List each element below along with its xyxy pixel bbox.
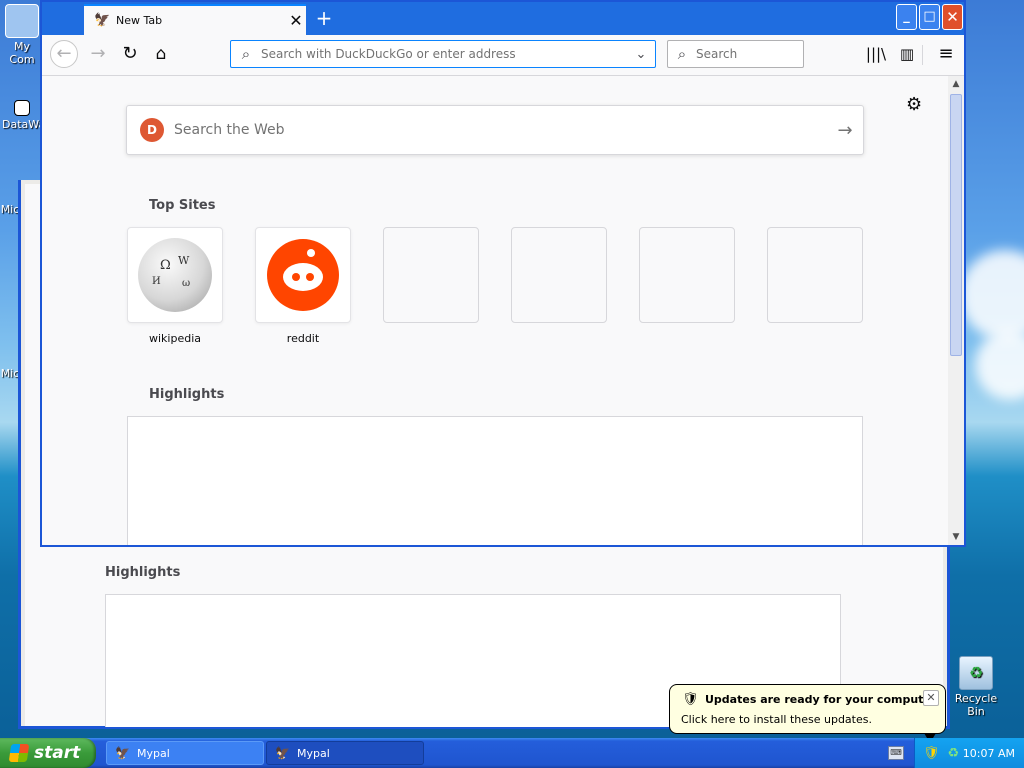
shortcut-icon	[14, 100, 30, 116]
top-site-label: wikipedia	[148, 332, 201, 345]
close-icon[interactable]: ✕	[923, 690, 939, 706]
title-bar[interactable]: 🦅 New Tab ✕ + _ □ ✕	[42, 2, 964, 35]
search-icon: ⌕	[241, 45, 251, 63]
reddit-antenna	[307, 249, 315, 257]
tab-new-tab[interactable]: 🦅 New Tab ✕	[84, 4, 306, 35]
start-button[interactable]: start	[0, 738, 96, 768]
desktop-cloud	[975, 330, 1024, 400]
computer-icon	[5, 4, 39, 38]
toolbar-separator	[922, 45, 923, 65]
taskbar-button-mypal-1[interactable]: 🦅 Mypal	[106, 741, 264, 765]
top-site-empty[interactable]	[639, 227, 735, 323]
system-tray: 🛡 ♻ 10:07 AM	[914, 738, 1024, 768]
search-bar[interactable]: ⌕ Search	[667, 40, 804, 68]
reddit-eye	[306, 273, 314, 281]
scroll-down-icon[interactable]: ▼	[948, 529, 964, 545]
network-icon[interactable]: ♻	[948, 746, 960, 761]
security-shield-icon: 🛡	[682, 692, 699, 707]
home-button[interactable]: ⌂	[147, 40, 175, 68]
mypal-icon: 🦅	[115, 746, 130, 760]
desktop-icon-mic-2[interactable]: Mic	[0, 367, 20, 380]
top-sites-title: Top Sites	[149, 198, 216, 213]
address-bar-placeholder: Search with DuckDuckGo or enter address	[261, 47, 516, 61]
highlights-box	[127, 416, 863, 545]
web-search-box[interactable]: D Search the Web →	[126, 105, 864, 155]
vertical-scrollbar[interactable]: ▲ ▼	[948, 76, 964, 545]
search-icon: ⌕	[677, 45, 687, 63]
desktop-icon-recycle-bin[interactable]: ♻ Recycle Bin	[946, 656, 1006, 718]
tab-title: New Tab	[116, 14, 163, 27]
hamburger-menu-button[interactable]: ≡	[932, 40, 960, 68]
taskbar: start 🦅 Mypal 🦅 Mypal ⌨ 🛡 ♻ 10:07 AM	[0, 738, 1024, 768]
recycle-bin-icon: ♻	[959, 656, 993, 690]
desktop-icon-label: My Com	[9, 40, 35, 66]
top-site-wikipedia[interactable]: Ω W И ω	[127, 227, 223, 323]
desktop-icon-label: Recycle Bin	[954, 692, 998, 718]
security-shield-icon[interactable]: 🛡	[923, 746, 940, 761]
mypal-icon: 🦅	[275, 746, 290, 760]
library-button[interactable]: |||\	[862, 40, 890, 68]
desktop-icon-datawa[interactable]: DataWa	[2, 100, 46, 131]
search-bar-placeholder: Search	[696, 47, 738, 61]
highlights-title: Highlights	[149, 387, 225, 402]
top-site-label: reddit	[286, 332, 320, 345]
forward-button[interactable]: →	[84, 40, 112, 68]
notification-message[interactable]: Click here to install these updates.	[681, 713, 872, 726]
navigation-toolbar: ← → ↻ ⌂ ⌕ Search with DuckDuckGo or ente…	[42, 35, 964, 76]
desktop-icon-my-computer[interactable]: My Com	[2, 4, 42, 66]
keyboard-icon[interactable]: ⌨	[888, 746, 904, 760]
tab-close-icon[interactable]: ✕	[286, 11, 306, 30]
reload-button[interactable]: ↻	[116, 40, 144, 68]
arrow-right-icon[interactable]: →	[827, 120, 863, 141]
top-site-empty[interactable]	[511, 227, 607, 323]
desktop-icon-mic-1[interactable]: Mic	[0, 203, 20, 216]
desktop-icon-label: DataWa	[2, 118, 46, 131]
scrollbar-thumb[interactable]	[950, 94, 962, 356]
desktop-icon-label: Mic	[0, 367, 20, 380]
wikipedia-globe-icon: Ω W И ω	[138, 238, 212, 312]
duckduckgo-logo-icon: D	[140, 118, 164, 142]
sidebar-button[interactable]: ▥	[893, 40, 921, 68]
taskbar-button-label: Mypal	[297, 746, 330, 760]
taskbar-button-mypal-2[interactable]: 🦅 Mypal	[266, 741, 424, 765]
mypal-favicon-icon: 🦅	[94, 12, 111, 28]
close-window-button[interactable]: ✕	[942, 4, 963, 30]
update-notification-balloon[interactable]: 🛡 Updates are ready for your computer Cl…	[669, 684, 946, 743]
scroll-up-icon[interactable]: ▲	[948, 76, 964, 92]
desktop-cloud	[960, 250, 1024, 340]
minimize-button[interactable]: _	[896, 4, 917, 30]
maximize-button[interactable]: □	[919, 4, 940, 30]
top-site-reddit[interactable]	[255, 227, 351, 323]
windows-logo-icon	[8, 744, 30, 762]
top-site-empty[interactable]	[767, 227, 863, 323]
address-bar[interactable]: ⌕ Search with DuckDuckGo or enter addres…	[230, 40, 656, 68]
chevron-down-icon[interactable]: ⌄	[627, 47, 655, 62]
reddit-eye	[292, 273, 300, 281]
reddit-face	[283, 263, 323, 291]
top-site-empty[interactable]	[383, 227, 479, 323]
taskbar-button-label: Mypal	[137, 746, 170, 760]
new-tab-button[interactable]: +	[312, 6, 336, 30]
clock[interactable]: 10:07 AM	[963, 747, 1015, 760]
reddit-logo-icon	[267, 239, 339, 311]
new-tab-page: ⚙ D Search the Web → Top Sites Ω W И ω w…	[42, 76, 948, 545]
start-label: start	[34, 743, 81, 763]
desktop-icon-label: Mic	[0, 203, 20, 216]
background-highlights-title: Highlights	[105, 565, 181, 580]
web-search-placeholder: Search the Web	[174, 122, 285, 138]
gear-icon[interactable]: ⚙	[906, 94, 922, 115]
notification-title: Updates are ready for your computer	[705, 693, 937, 706]
browser-window[interactable]: 🦅 New Tab ✕ + _ □ ✕ ← → ↻ ⌂ ⌕ Search wit…	[40, 0, 966, 547]
back-button[interactable]: ←	[50, 40, 78, 68]
